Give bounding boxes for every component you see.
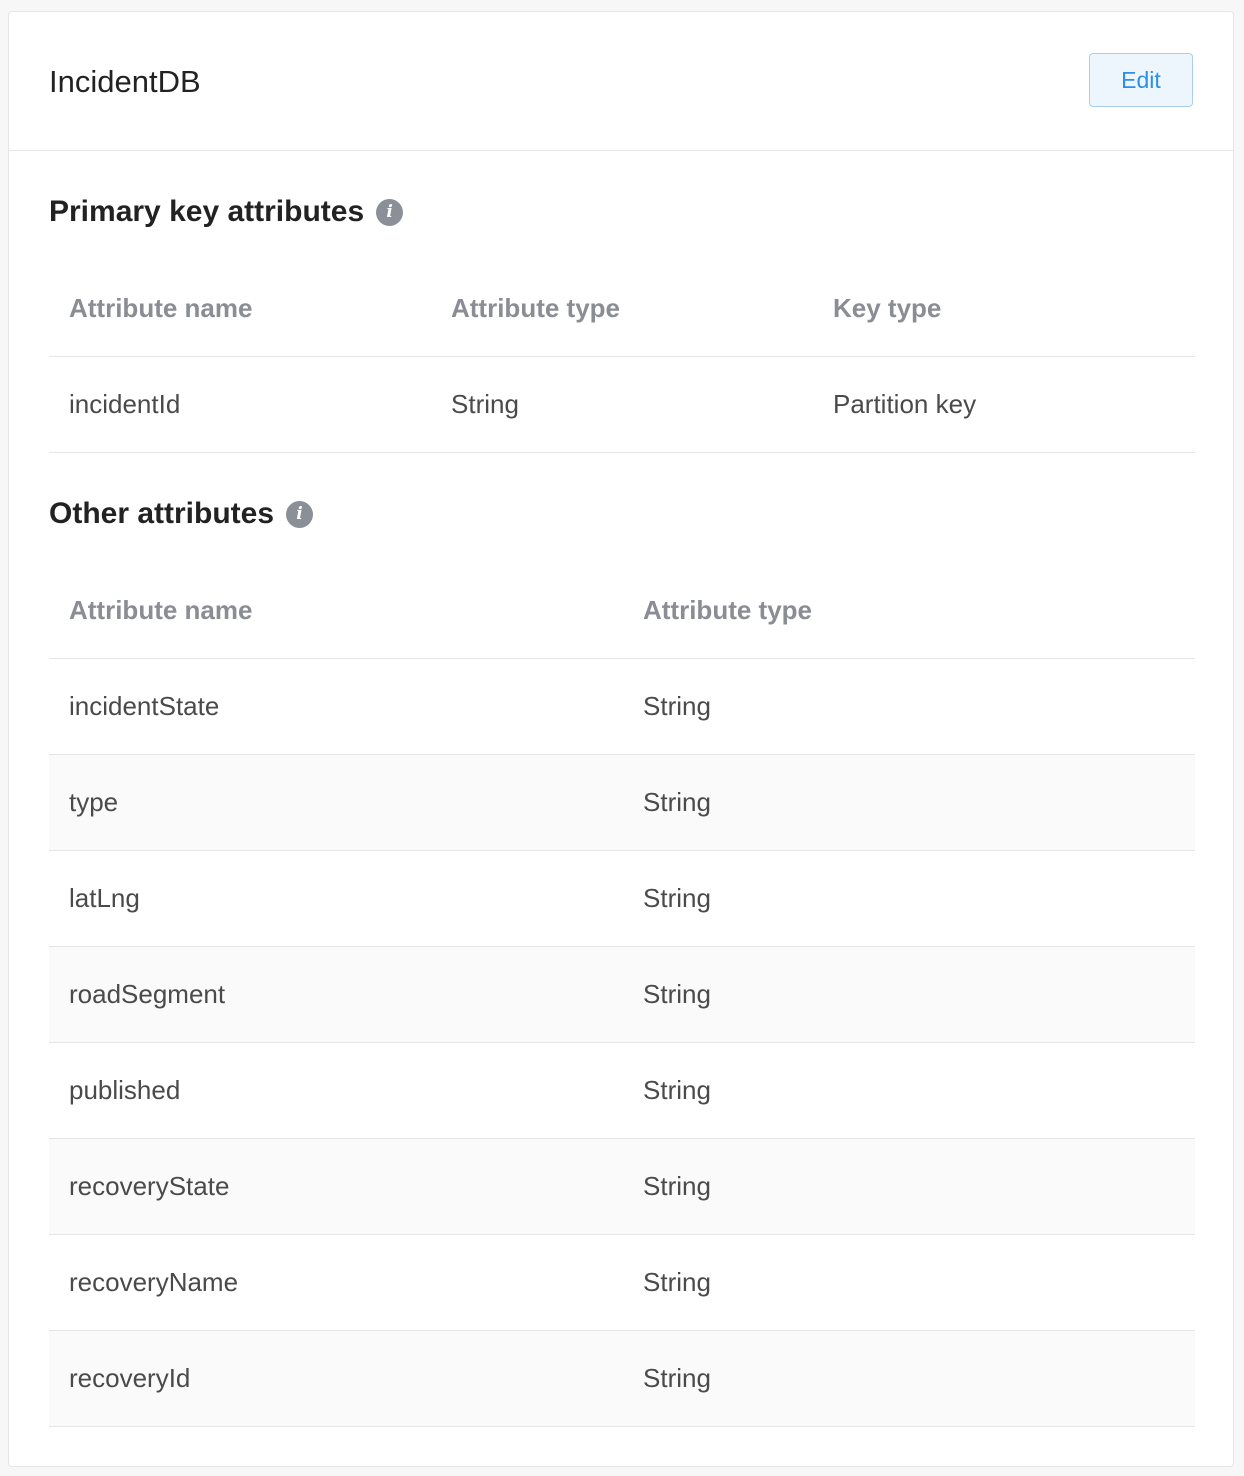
attribute-type-cell: String <box>623 1234 1195 1331</box>
attribute-name-cell: latLng <box>49 850 623 947</box>
table-row: recoveryName String <box>49 1234 1195 1331</box>
attribute-name-cell: incidentState <box>49 658 623 755</box>
column-header-attribute-name[interactable]: Attribute name <box>49 564 623 659</box>
attribute-type-cell: String <box>623 946 1195 1043</box>
primary-key-section-title: Primary key attributes i <box>49 194 404 230</box>
attribute-type-cell: String <box>623 1330 1195 1427</box>
table-row: latLng String <box>49 850 1195 947</box>
table-header-row: Attribute name Attribute type Key type <box>49 262 1195 357</box>
primary-key-heading: Primary key attributes <box>49 195 365 228</box>
table-row: roadSegment String <box>49 946 1195 1043</box>
attribute-type-cell: String <box>623 658 1195 755</box>
column-header-attribute-type[interactable]: Attribute type <box>431 262 813 357</box>
table-row: recoveryState String <box>49 1138 1195 1235</box>
column-header-key-type[interactable]: Key type <box>813 262 1195 357</box>
table-row: incidentState String <box>49 658 1195 755</box>
column-header-attribute-name[interactable]: Attribute name <box>49 262 431 357</box>
info-icon[interactable]: i <box>376 198 404 226</box>
card-header: IncidentDB Edit <box>9 12 1233 151</box>
table-row: incidentId String Partition key <box>49 356 1195 453</box>
attribute-name-cell: roadSegment <box>49 946 623 1043</box>
attribute-name-cell: incidentId <box>49 356 431 453</box>
table-row: type String <box>49 754 1195 851</box>
table-name: IncidentDB <box>49 64 201 99</box>
edit-button[interactable]: Edit <box>1089 53 1193 107</box>
attribute-type-cell: String <box>431 356 813 453</box>
attribute-name-cell: recoveryName <box>49 1234 623 1331</box>
info-icon[interactable]: i <box>286 500 314 528</box>
attribute-name-cell: recoveryId <box>49 1330 623 1427</box>
attribute-name-cell: published <box>49 1042 623 1139</box>
key-type-cell: Partition key <box>813 356 1195 453</box>
attribute-type-cell: String <box>623 1042 1195 1139</box>
attribute-name-cell: recoveryState <box>49 1138 623 1235</box>
attribute-type-cell: String <box>623 1138 1195 1235</box>
table-row: recoveryId String <box>49 1330 1195 1427</box>
table-details-card: IncidentDB Edit Primary key attributes i… <box>8 11 1234 1467</box>
other-attributes-section-title: Other attributes i <box>49 496 314 532</box>
other-attributes-heading: Other attributes <box>49 497 275 530</box>
primary-key-table: Attribute name Attribute type Key type i… <box>49 262 1195 453</box>
column-header-attribute-type[interactable]: Attribute type <box>623 564 1195 659</box>
table-row: published String <box>49 1042 1195 1139</box>
attribute-type-cell: String <box>623 754 1195 851</box>
attribute-name-cell: type <box>49 754 623 851</box>
other-attributes-table: Attribute name Attribute type incidentSt… <box>49 564 1195 1427</box>
table-header-row: Attribute name Attribute type <box>49 564 1195 659</box>
attribute-type-cell: String <box>623 850 1195 947</box>
